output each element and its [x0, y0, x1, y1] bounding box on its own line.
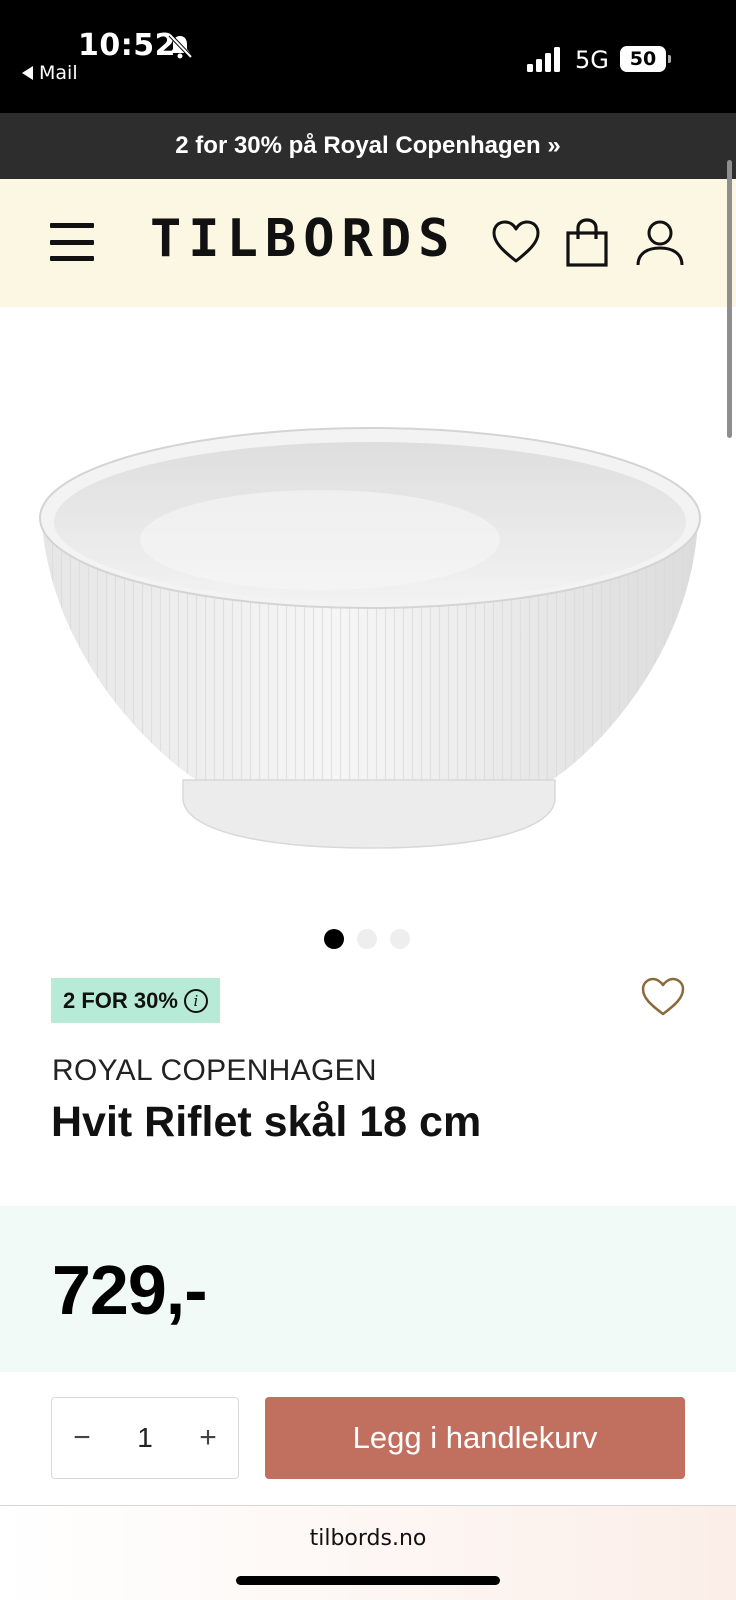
quantity-value[interactable]: 1	[120, 1422, 170, 1454]
carousel-dot-3[interactable]	[390, 929, 410, 949]
home-indicator[interactable]	[236, 1576, 500, 1585]
status-time: 10:52	[78, 28, 176, 63]
site-logo[interactable]: TILBORDS	[150, 209, 456, 269]
product-title: Hvit Riflet skål 18 cm	[51, 1098, 482, 1146]
network-type: 5G	[575, 46, 609, 74]
carousel-dot-1[interactable]	[324, 929, 344, 949]
shopping-bag-icon[interactable]	[562, 217, 614, 269]
product-price: 729,-	[52, 1251, 208, 1329]
decrease-quantity-button[interactable]: −	[52, 1398, 112, 1478]
battery-icon: 50	[620, 46, 672, 72]
battery-level: 50	[620, 46, 666, 72]
quantity-stepper: − 1 +	[51, 1397, 239, 1479]
promo-badge-label: 2 FOR 30%	[63, 987, 178, 1013]
carousel-dots	[324, 929, 410, 949]
back-arrow-icon	[22, 66, 33, 80]
bell-muted-icon	[168, 33, 193, 59]
add-to-cart-button[interactable]: Legg i handlekurv	[265, 1397, 685, 1479]
promo-banner[interactable]: 2 for 30% på Royal Copenhagen »	[0, 113, 736, 179]
user-icon[interactable]	[634, 217, 686, 269]
product-image[interactable]	[30, 420, 710, 880]
product-brand[interactable]: ROYAL COPENHAGEN	[52, 1054, 377, 1088]
browser-url[interactable]: tilbords.no	[0, 1526, 736, 1551]
increase-quantity-button[interactable]: +	[178, 1398, 238, 1478]
scrollbar[interactable]	[727, 160, 732, 438]
back-label: Mail	[39, 62, 78, 84]
carousel-dot-2[interactable]	[357, 929, 377, 949]
site-header: TILBORDS	[0, 179, 736, 307]
info-icon[interactable]: i	[183, 988, 208, 1013]
heart-icon[interactable]	[490, 217, 542, 269]
product-page: 10:52 Mail 5G 50 2 for 30% på Royal Cope…	[0, 0, 736, 1600]
favorite-heart-icon[interactable]	[640, 976, 686, 1018]
back-to-mail[interactable]: Mail	[22, 62, 78, 84]
browser-address-bar[interactable]	[0, 1506, 736, 1600]
promo-badge[interactable]: 2 FOR 30% i	[51, 978, 220, 1023]
menu-icon[interactable]	[50, 223, 94, 261]
signal-icon	[527, 47, 560, 72]
status-bar: 10:52 Mail 5G 50	[0, 0, 736, 113]
